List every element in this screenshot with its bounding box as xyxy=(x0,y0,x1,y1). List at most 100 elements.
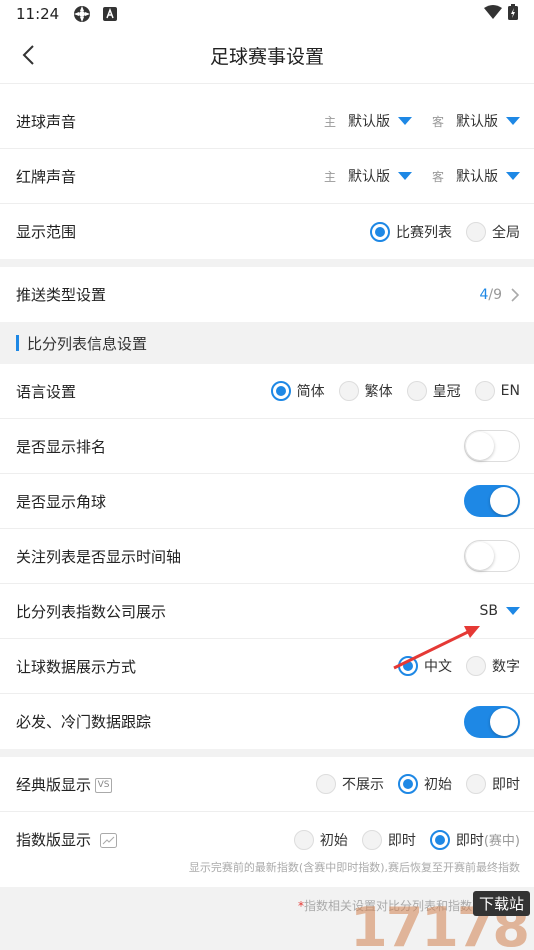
goal-sound-row: 进球声音 主 默认版 客 默认版 xyxy=(0,94,534,149)
index-company-label: 比分列表指数公司展示 xyxy=(16,602,167,621)
battery-icon xyxy=(508,4,518,24)
section-accent-bar xyxy=(16,335,19,351)
show-timeline-toggle[interactable] xyxy=(464,540,520,572)
toggle-knob xyxy=(466,432,494,460)
classic-display-label: 经典版显示 VS xyxy=(16,774,302,795)
show-timeline-row: 关注列表是否显示时间轴 xyxy=(0,529,534,584)
push-type-count: 4/9 xyxy=(479,286,502,303)
footer-note: *指数相关设置对比分列表和指数列表生效 17178 下载站 xyxy=(0,887,534,950)
radio-selected xyxy=(429,829,450,850)
radio-selected xyxy=(398,774,418,794)
handicap-display-row: 让球数据展示方式 中文 数字 xyxy=(0,639,534,694)
toggle-knob xyxy=(490,707,518,736)
classic-option-hide[interactable]: 不展示 xyxy=(316,774,384,794)
goal-sound-home-select[interactable]: 主 默认版 xyxy=(324,111,412,131)
back-button[interactable] xyxy=(14,40,42,70)
toggle-knob xyxy=(466,542,494,570)
watermark-logo: 17178 下载站 xyxy=(294,889,534,950)
away-value: 默认版 xyxy=(456,169,498,185)
dropdown-triangle-icon xyxy=(397,172,412,180)
display-range-row: 显示范围 比赛列表 全局 xyxy=(0,204,534,259)
radio-unselected xyxy=(466,221,486,242)
index-option-live-in-play[interactable]: 即时 (赛中) xyxy=(429,829,520,850)
display-range-label: 显示范围 xyxy=(16,223,77,241)
handicap-option-number[interactable]: 数字 xyxy=(466,656,520,676)
option-label: 比赛列表 xyxy=(396,224,452,241)
index-display-note: 显示完赛前的最新指数(含赛中即时指数),赛后恢复至开赛前最终指数 xyxy=(0,859,534,887)
must-track-toggle[interactable] xyxy=(464,705,520,738)
language-option-simplified[interactable]: 简体 xyxy=(270,381,325,401)
radio-unselected xyxy=(406,381,427,401)
score-list-settings: 语言设置 简体 繁体 皇冠 EN 是否显示排名 是否显示角球 关注列表是否显示时… xyxy=(0,364,534,749)
display-range-option-global[interactable]: 全局 xyxy=(466,221,520,242)
app-notification-icon xyxy=(73,5,91,23)
language-option-crown[interactable]: 皇冠 xyxy=(406,381,461,401)
classic-option-live[interactable]: 即时 xyxy=(466,774,520,794)
red-card-sound-away-select[interactable]: 客 默认版 xyxy=(432,166,520,186)
away-value: 默认版 xyxy=(456,114,498,130)
away-tag: 客 xyxy=(431,169,444,184)
language-row: 语言设置 简体 繁体 皇冠 EN xyxy=(0,364,534,419)
watermark-tag: 下载站 xyxy=(472,891,530,916)
classic-display-row: 经典版显示 VS 不展示 初始 即时 xyxy=(0,757,534,812)
show-rank-row: 是否显示排名 xyxy=(0,419,534,474)
index-company-select[interactable]: SB xyxy=(479,603,520,619)
display-mode-section: 经典版显示 VS 不展示 初始 即时 指数版显示 初始 即时 即时 (赛中) 显… xyxy=(0,757,534,887)
radio-unselected xyxy=(338,381,359,401)
show-rank-label: 是否显示排名 xyxy=(16,437,107,456)
radio-unselected xyxy=(474,381,495,401)
red-card-sound-row: 红牌声音 主 默认版 客 默认版 xyxy=(0,149,534,204)
red-card-sound-home-select[interactable]: 主 默认版 xyxy=(324,166,412,186)
score-list-section-title: 比分列表信息设置 xyxy=(0,322,534,364)
radio-unselected xyxy=(293,829,314,850)
handicap-display-label: 让球数据展示方式 xyxy=(16,657,137,676)
push-type-row[interactable]: 推送类型设置 4/9 xyxy=(0,267,534,322)
show-rank-toggle[interactable] xyxy=(464,430,520,462)
home-tag: 主 xyxy=(323,114,336,129)
red-card-sound-label: 红牌声音 xyxy=(16,167,77,186)
must-track-row: 必发、冷门数据跟踪 xyxy=(0,694,534,749)
dropdown-triangle-icon xyxy=(506,607,520,615)
a-notification-icon xyxy=(101,5,119,23)
push-type-label: 推送类型设置 xyxy=(16,286,107,304)
away-tag: 客 xyxy=(431,114,444,129)
radio-unselected xyxy=(316,774,336,794)
show-corner-row: 是否显示角球 xyxy=(0,474,534,529)
home-value: 默认版 xyxy=(347,169,390,185)
index-option-initial[interactable]: 初始 xyxy=(293,829,348,850)
page-title: 足球赛事设置 xyxy=(209,46,324,68)
radio-unselected xyxy=(361,829,382,850)
radio-unselected xyxy=(466,656,486,676)
radio-selected xyxy=(270,381,291,401)
index-option-live[interactable]: 即时 xyxy=(361,829,416,850)
must-track-label: 必发、冷门数据跟踪 xyxy=(16,713,152,731)
dropdown-triangle-icon xyxy=(506,172,520,180)
index-company-row: 比分列表指数公司展示 SB xyxy=(0,584,534,639)
radio-selected xyxy=(370,221,390,242)
status-time: 11:24 xyxy=(16,5,60,23)
display-range-option-match-list[interactable]: 比赛列表 xyxy=(370,221,452,242)
vs-icon: VS xyxy=(95,777,113,793)
goal-sound-away-select[interactable]: 客 默认版 xyxy=(432,111,520,131)
show-timeline-label: 关注列表是否显示时间轴 xyxy=(16,547,182,566)
option-label: 全局 xyxy=(492,224,520,241)
language-option-en[interactable]: EN xyxy=(474,381,520,401)
push-type-section: 推送类型设置 4/9 xyxy=(0,267,534,322)
show-corner-toggle[interactable] xyxy=(464,485,520,517)
language-label: 语言设置 xyxy=(16,382,77,401)
classic-option-initial[interactable]: 初始 xyxy=(398,774,452,794)
chevron-left-icon xyxy=(22,45,34,65)
home-value: 默认版 xyxy=(347,114,390,130)
radio-unselected xyxy=(466,774,486,794)
chevron-right-icon xyxy=(511,287,520,302)
show-corner-label: 是否显示角球 xyxy=(16,492,107,511)
index-display-label: 指数版显示 xyxy=(16,829,280,850)
status-bar: 11:24 xyxy=(0,0,534,28)
sound-settings-section: 进球声音 主 默认版 客 默认版 红牌声音 主 默认版 客 默认版 显示范围 比… xyxy=(0,94,534,259)
wifi-icon xyxy=(484,5,502,23)
home-tag: 主 xyxy=(323,169,336,184)
language-option-traditional[interactable]: 繁体 xyxy=(338,381,393,401)
handicap-option-chinese[interactable]: 中文 xyxy=(398,656,452,676)
radio-selected xyxy=(398,656,418,676)
index-company-value: SB xyxy=(479,603,499,619)
